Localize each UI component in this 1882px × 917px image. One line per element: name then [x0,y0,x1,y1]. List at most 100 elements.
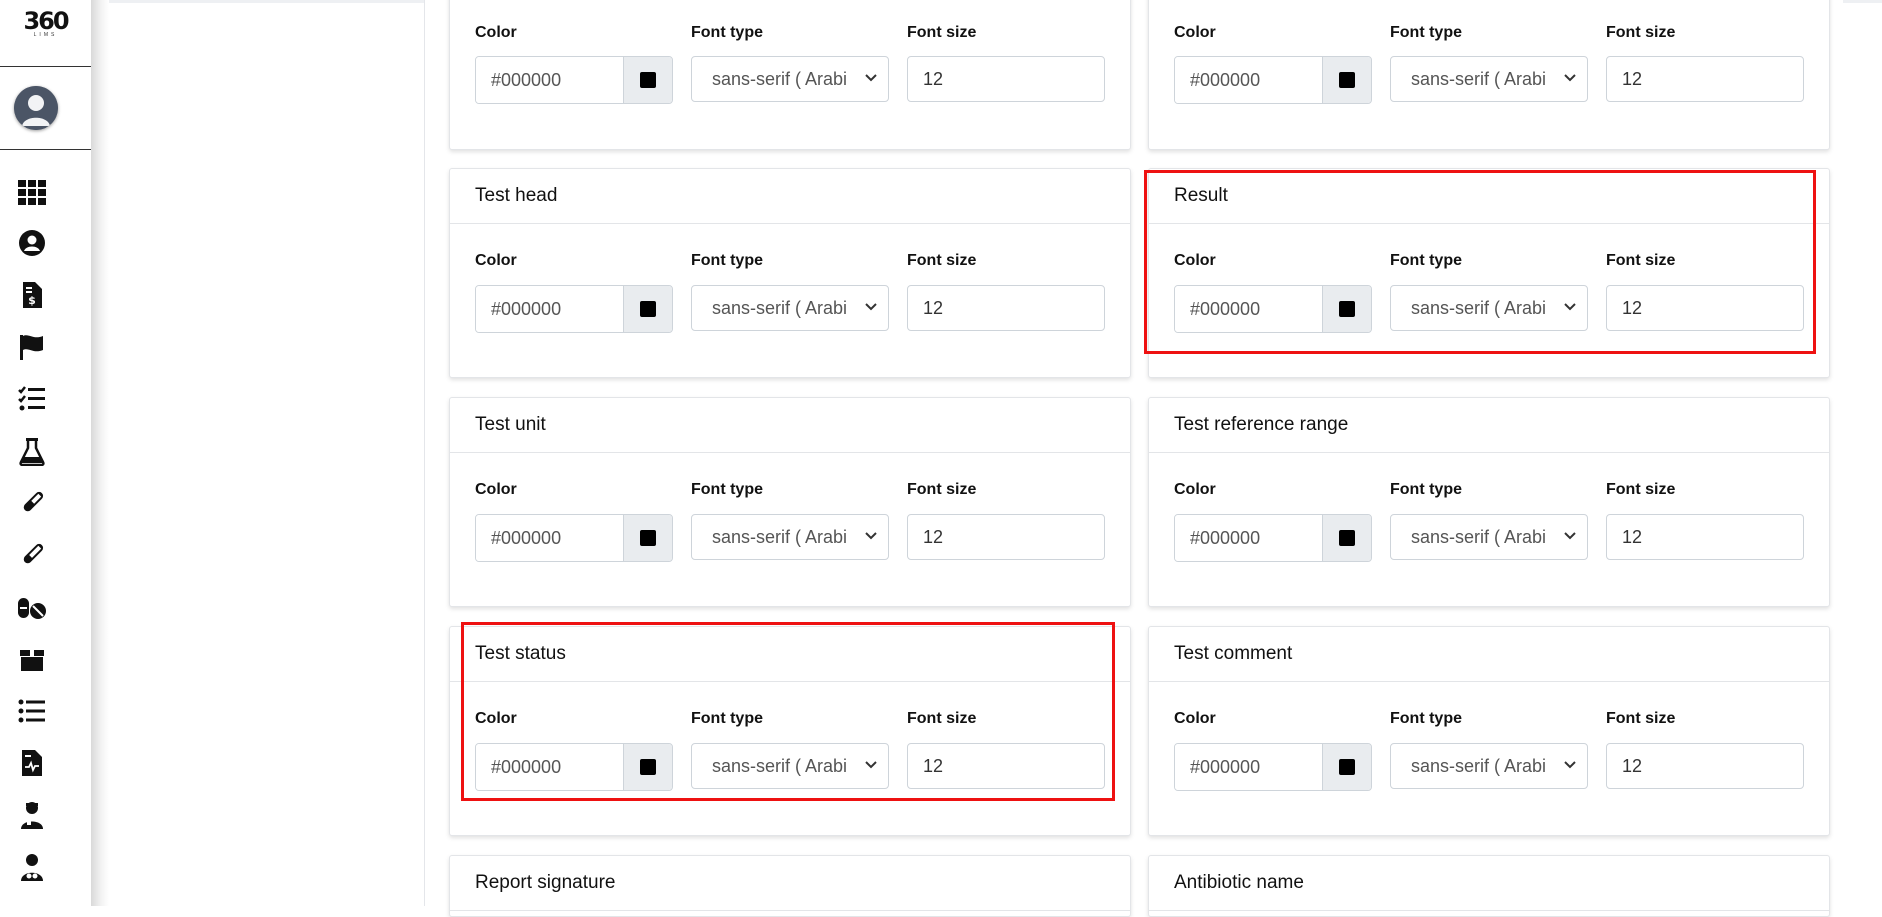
font-size-label: Font size [907,710,977,727]
card-title: Test comment [1149,627,1829,682]
dashboard-grid-icon[interactable] [16,176,48,208]
color-swatch [640,530,656,546]
card-title: Result [1149,169,1829,224]
font-size-input[interactable] [907,56,1105,102]
color-picker[interactable] [1322,515,1371,561]
user-avatar-icon [14,86,58,130]
font-size-input[interactable] [1606,514,1804,560]
color-swatch [640,759,656,775]
font-size-input[interactable] [1606,743,1804,789]
sidebar: 360 LIMS $ [0,0,91,906]
color-label: Color [1174,252,1216,269]
color-field [1174,743,1372,791]
font-type-label: Font type [1390,252,1462,269]
patient-user-icon[interactable] [16,227,48,259]
chevron-down-icon [865,761,877,769]
package-box-icon[interactable] [16,643,48,675]
color-picker[interactable] [623,744,672,790]
sidebar-shadow [91,0,109,906]
color-swatch [1339,301,1355,317]
chevron-down-icon [1564,761,1576,769]
font-type-value: sans-serif ( Arabi [1411,68,1547,89]
card-title: Report signature [450,856,1130,911]
test-head-card: Test head Color Font type Font size sans… [449,168,1131,378]
card-title: Test status [450,627,1130,682]
font-type-select[interactable]: sans-serif ( Arabi [1390,743,1588,789]
font-size-input[interactable] [1606,285,1804,331]
font-size-input[interactable] [1606,56,1804,102]
app-logo[interactable]: 360 LIMS [0,8,91,58]
font-type-select[interactable]: sans-serif ( Arabi [691,56,889,102]
test-reference-range-card: Test reference range Color Font type Fon… [1148,397,1830,607]
list-icon[interactable] [16,695,48,727]
font-type-select[interactable]: sans-serif ( Arabi [1390,56,1588,102]
sample-tube-icon[interactable] [16,539,48,571]
flag-icon[interactable] [16,331,48,363]
chevron-down-icon [1564,303,1576,311]
color-label: Color [475,710,517,727]
test-tube-icon[interactable] [16,487,48,519]
font-setting-card: Color Font type Font size sans-serif ( A… [449,0,1131,150]
color-picker[interactable] [1322,57,1371,103]
font-type-value: sans-serif ( Arabi [712,297,848,318]
color-swatch [1339,72,1355,88]
font-type-select[interactable]: sans-serif ( Arabi [1390,285,1588,331]
color-field [475,514,673,562]
pills-icon[interactable] [16,591,48,623]
color-swatch [1339,530,1355,546]
logo-text: 360 [23,7,69,35]
font-type-select[interactable]: sans-serif ( Arabi [1390,514,1588,560]
color-picker[interactable] [1322,744,1371,790]
doctor-icon[interactable] [16,799,48,831]
font-size-input[interactable] [907,285,1105,331]
font-type-label: Font type [691,252,763,269]
color-label: Color [475,24,517,41]
color-input[interactable] [476,57,624,103]
avatar[interactable] [14,86,58,130]
font-type-label: Font type [691,481,763,498]
invoice-dollar-icon[interactable]: $ [16,279,48,311]
font-size-input[interactable] [907,743,1105,789]
color-picker[interactable] [623,57,672,103]
font-size-input[interactable] [907,514,1105,560]
staff-icon[interactable] [16,851,48,883]
color-swatch [640,301,656,317]
test-unit-card: Test unit Color Font type Font size sans… [449,397,1131,607]
color-label: Color [1174,24,1216,41]
color-field [1174,514,1372,562]
font-type-value: sans-serif ( Arabi [1411,755,1547,776]
color-picker[interactable] [623,515,672,561]
font-size-label: Font size [1606,481,1676,498]
color-input[interactable] [476,286,624,332]
color-field [1174,56,1372,104]
color-field [1174,285,1372,333]
font-type-select[interactable]: sans-serif ( Arabi [691,743,889,789]
font-type-select[interactable]: sans-serif ( Arabi [691,514,889,560]
report-file-icon[interactable] [16,747,48,779]
color-input[interactable] [1175,57,1323,103]
color-swatch [640,72,656,88]
color-swatch [1339,759,1355,775]
color-input[interactable] [1175,515,1323,561]
color-picker[interactable] [623,286,672,332]
chevron-down-icon [865,532,877,540]
flask-icon[interactable] [16,435,48,467]
result-card: Result Color Font type Font size sans-se… [1148,168,1830,378]
chevron-down-icon [1564,74,1576,82]
color-field [475,743,673,791]
color-picker[interactable] [1322,286,1371,332]
color-label: Color [475,252,517,269]
font-type-label: Font type [1390,24,1462,41]
font-size-label: Font size [1606,24,1676,41]
font-type-value: sans-serif ( Arabi [1411,297,1547,318]
color-input[interactable] [476,744,624,790]
color-input[interactable] [1175,286,1323,332]
color-field [475,285,673,333]
antibiotic-name-card: Antibiotic name [1148,855,1830,917]
font-type-select[interactable]: sans-serif ( Arabi [691,285,889,331]
color-input[interactable] [1175,744,1323,790]
task-list-icon[interactable] [16,383,48,415]
test-status-card: Test status Color Font type Font size sa… [449,626,1131,836]
font-size-label: Font size [907,481,977,498]
color-input[interactable] [476,515,624,561]
